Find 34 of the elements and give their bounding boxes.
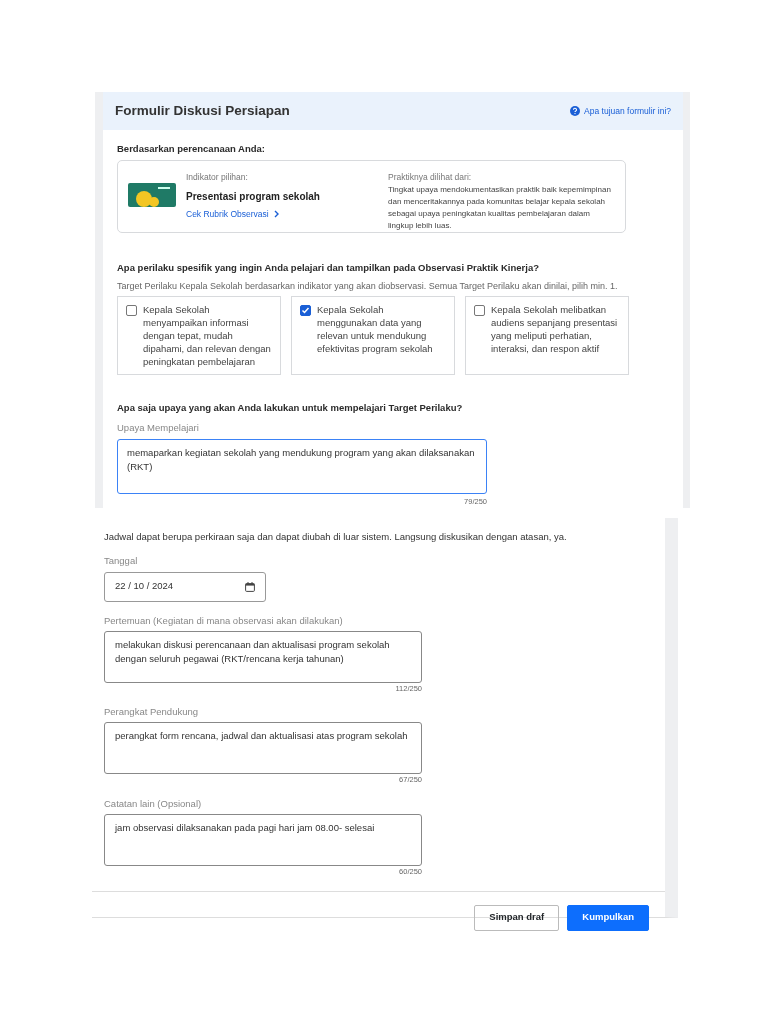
indicator-label: Indikator pilihan: xyxy=(186,171,249,184)
checkbox[interactable] xyxy=(474,305,485,316)
help-icon xyxy=(570,106,581,116)
option-text: Kepala Sekolah menggunakan data yang relevan untuk mendukung efektivitas program sekolah xyxy=(317,303,434,357)
field-label: Catatan lain (Opsional) xyxy=(104,796,203,811)
date-field[interactable]: 22 / 10 / 2024 xyxy=(104,571,266,602)
schedule-note: Jadwal dapat berupa perkiraan saja dan dapat diubah di luar sistem. Langsung diskusikan dengan atasan, ya. xyxy=(104,530,568,544)
checkbox[interactable] xyxy=(300,305,311,316)
question-hint: Target Perilaku Kepala Sekolah berdasarkan indikator yang akan diobservasi. Semua Target Perilaku akan dinilai, pilih min. 1. xyxy=(117,279,619,293)
chevron-icon xyxy=(273,210,280,219)
form-title: Formulir Diskusi Persiapan xyxy=(115,101,290,120)
section-heading: Berdasarkan perencanaan Anda: xyxy=(117,142,266,156)
text-area[interactable]: memaparkan kegiatan sekolah yang mendukung program yang akan dilaksanakan (RKT) xyxy=(117,438,487,494)
rubric-link[interactable]: Cek Rubrik Observasi xyxy=(186,208,280,221)
option-text: Kepala Sekolah menyampaikan informasi dengan tepat, mudah dipahami, dan relevan dengan peningkatan pembelajaran xyxy=(143,303,272,368)
field-label: Pertemuan (Kegiatan di mana observasi akan dilakukan) xyxy=(104,613,344,628)
calendar-icon xyxy=(245,581,255,592)
field-label: Upaya Mempelajari xyxy=(117,421,200,436)
field-label: Perangkat Pendukung xyxy=(104,705,200,719)
text-area[interactable]: melakukan diskusi perencanaan dan aktualisasi program sekolah dengan seluruh pegawai (RKT/rencana kerja tahunan) xyxy=(104,630,422,683)
checkbox[interactable] xyxy=(126,305,137,316)
question-heading: Apa saja upaya yang akan Anda lakukan untuk mempelajari Target Perilaku? xyxy=(117,401,464,415)
question-heading: Apa perilaku spesifik yang ingin Anda pelajari dan tampilkan pada Observasi Praktik Kinerja? xyxy=(117,261,540,276)
field-label: Tanggal xyxy=(104,554,139,569)
option-text: Kepala Sekolah melibatkan audiens sepanjang presentasi yang meliputi perhatian, interaksi, dan respon aktif xyxy=(491,303,619,357)
practice-label: Praktiknya dilihat dari: xyxy=(388,171,473,184)
save-draft-button[interactable]: Simpan draf xyxy=(474,904,560,931)
chalkboard-icon xyxy=(128,183,176,208)
indicator-name: Presentasi program sekolah xyxy=(186,190,321,204)
text-area[interactable]: jam observasi dilaksanakan pada pagi hari jam 08.00- selesai xyxy=(104,813,422,866)
practice-text: Tingkat upaya mendokumentasikan praktik baik kepemimpinan dan menceritakannya pada komunitas belajar kepala sekolah sebagai upaya peningkatan kualitas pembelajaran dalam lingkup lebih luas. xyxy=(388,184,612,232)
submit-button[interactable]: Kumpulkan xyxy=(567,904,649,931)
help-link[interactable]: Apa tujuan formulir ini? xyxy=(570,104,671,118)
text-area[interactable]: perangkat form rencana, jadwal dan aktualisasi atas program sekolah xyxy=(104,722,422,775)
